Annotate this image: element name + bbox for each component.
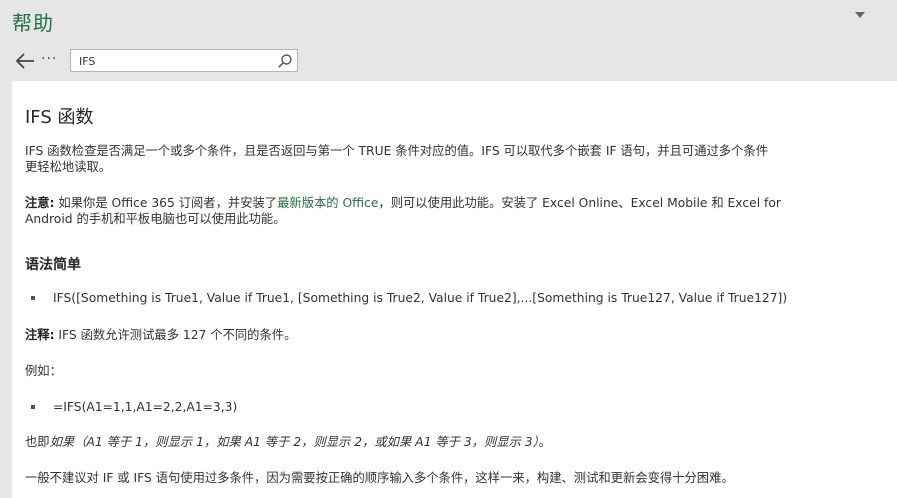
meaning-italic: 如果（A1 等于 1，则显示 1，如果 A1 等于 2，则显示 2，或如果 A1… (49, 435, 539, 449)
syntax-item: IFS([Something is True1, Value if True1,… (53, 291, 788, 305)
remark-text: IFS 函数允许测试最多 127 个不同的条件。 (54, 328, 297, 342)
bullet-dot (31, 296, 35, 300)
meaning-paragraph: 也即如果（A1 等于 1，则显示 1，如果 A1 等于 2，则显示 2，或如果 … (25, 434, 551, 450)
help-pane-header: 帮助 ··· (0, 0, 897, 80)
more-options-button[interactable]: ··· (41, 52, 57, 66)
article-title: IFS 函数 (25, 107, 94, 128)
note-text-cont: ，则可以使用此功能。安装了 Excel Online、Excel Mobile … (378, 196, 781, 210)
bullet-dot (31, 405, 35, 409)
search-input[interactable] (79, 53, 274, 69)
search-icon[interactable] (277, 53, 293, 69)
intro-paragraph-line2: 更轻松地读取。 (25, 160, 112, 174)
meaning-suffix: 。 (538, 435, 552, 449)
example-item: =IFS(A1=1,1,A1=2,2,A1=3,3) (53, 400, 238, 414)
example-label: 例如： (25, 364, 62, 378)
remark-paragraph: 注释: IFS 函数允许测试最多 127 个不同的条件。 (25, 327, 296, 343)
syntax-heading: 语法简单 (25, 257, 81, 273)
chevron-down-icon[interactable] (855, 12, 865, 18)
pane-title: 帮助 (12, 11, 54, 35)
note-paragraph-line2: Android 的手机和平板电脑也可以使用此功能。 (25, 212, 286, 226)
latest-office-link[interactable]: 最新版本的 Office (277, 196, 378, 210)
search-box[interactable] (70, 49, 298, 72)
note-label: 注意: (25, 196, 55, 210)
back-arrow-icon[interactable] (14, 52, 36, 70)
note-text: 如果你是 Office 365 订阅者，并安装了 (54, 196, 278, 210)
meaning-prefix: 也即 (25, 435, 50, 449)
intro-paragraph-line1: IFS 函数检查是否满足一个或多个条件，且是否返回与第一个 TRUE 条件对应的… (25, 144, 768, 158)
help-article: IFS 函数 IFS 函数检查是否满足一个或多个条件，且是否返回与第一个 TRU… (12, 81, 897, 498)
remark-label: 注释: (25, 328, 55, 342)
note-paragraph-line1: 注意: 如果你是 Office 365 订阅者，并安装了最新版本的 Office… (25, 195, 781, 211)
advice-paragraph: 一般不建议对 IF 或 IFS 语句使用过多条件，因为需要按正确的顺序输入多个条… (25, 471, 734, 485)
